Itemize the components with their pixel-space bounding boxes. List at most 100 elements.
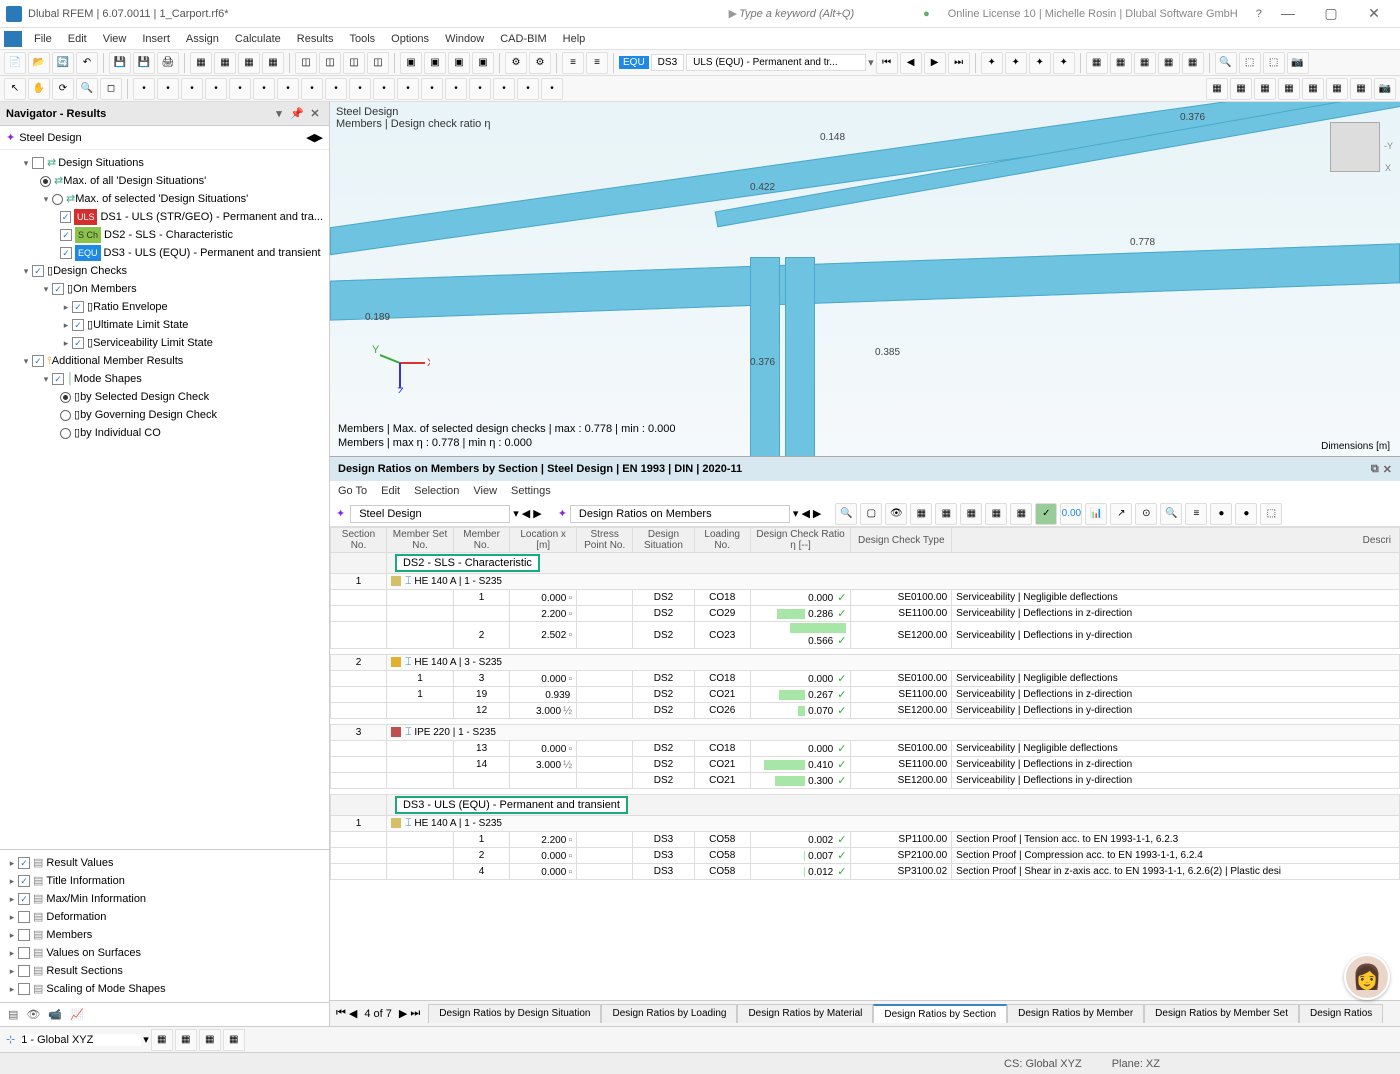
grid-tab[interactable]: Design Ratios by Section <box>873 1004 1007 1023</box>
tb-y[interactable]: ▦ <box>1182 52 1204 74</box>
save-all-icon[interactable]: 💾 <box>133 52 155 74</box>
table-row[interactable]: 2.200▫DS2CO29 0.286✓SE1100.00Serviceabil… <box>331 606 1400 622</box>
grid-combo2[interactable]: Design Ratios on Members <box>570 505 790 523</box>
tb-ac[interactable]: 📷 <box>1287 52 1309 74</box>
tb-ab[interactable]: ⬚ <box>1263 52 1285 74</box>
uls-combo[interactable]: ULS (EQU) - Permanent and tr... <box>686 54 866 71</box>
bt-d[interactable]: ▦ <box>223 1029 245 1051</box>
tb-a[interactable]: ▦ <box>190 52 212 74</box>
tree-ms2[interactable]: ▯ by Governing Design Check <box>0 406 329 424</box>
tb-d[interactable]: ▦ <box>262 52 284 74</box>
table-row[interactable]: 130.000▫DS2CO18 0.000✓SE0100.00Serviceab… <box>331 671 1400 687</box>
col-header[interactable]: Design Check Type <box>851 528 952 553</box>
tb2-p[interactable]: • <box>493 78 515 100</box>
grid-close-icon[interactable]: ✕ <box>1383 463 1392 476</box>
tree-max-sel[interactable]: ▾⇄ Max. of selected 'Design Situations' <box>0 190 329 208</box>
grid-restore-icon[interactable]: ⧉ <box>1371 463 1379 476</box>
tb2-s[interactable]: ▦ <box>1206 78 1228 100</box>
tb-f[interactable]: ◫ <box>319 52 341 74</box>
tb-u[interactable]: ▦ <box>1086 52 1108 74</box>
tree-ms3[interactable]: ▯ by Individual CO <box>0 424 329 442</box>
new-icon[interactable]: 📄 <box>4 52 26 74</box>
col-header[interactable]: Member Set No. <box>386 528 453 553</box>
tb-aa[interactable]: ⬚ <box>1239 52 1261 74</box>
gt-q[interactable]: ● <box>1235 503 1257 525</box>
grid-tab[interactable]: Design Ratios by Design Situation <box>428 1004 601 1023</box>
gt-k[interactable]: 📊 <box>1085 503 1107 525</box>
nav-bottom-item[interactable]: ▸▤Scaling of Mode Shapes <box>0 980 329 998</box>
ds3-label[interactable]: DS3 <box>651 54 684 71</box>
gt-b[interactable]: ▢ <box>860 503 882 525</box>
menu-options[interactable]: Options <box>383 31 437 47</box>
tree-mode-shapes[interactable]: ▾│ Mode Shapes <box>0 370 329 388</box>
tree-sls[interactable]: ▸▯ Serviceability Limit State <box>0 334 329 352</box>
table-row[interactable]: 123.000½DS2CO26 0.070✓SE1200.00Serviceab… <box>331 703 1400 719</box>
nav-bottom-item[interactable]: ▸▤Result Sections <box>0 962 329 980</box>
tree-design-checks[interactable]: ▾▯ Design Checks <box>0 262 329 280</box>
table-row[interactable]: 10.000▫DS2CO18 0.000✓SE0100.00Serviceabi… <box>331 590 1400 606</box>
tb2-t[interactable]: ▦ <box>1230 78 1252 100</box>
first-icon[interactable]: ⏮ <box>876 52 898 74</box>
tb-r[interactable]: ✦ <box>1005 52 1027 74</box>
tb-k[interactable]: ▣ <box>448 52 470 74</box>
tb-l[interactable]: ▣ <box>472 52 494 74</box>
menu-insert[interactable]: Insert <box>134 31 178 47</box>
grid-tab[interactable]: Design Ratios by Member <box>1007 1004 1144 1023</box>
refresh-icon[interactable]: 🔄 <box>52 52 74 74</box>
col-header[interactable]: Stress Point No. <box>577 528 633 553</box>
3d-view[interactable]: Steel Design Members | Design check rati… <box>330 102 1400 456</box>
table-row[interactable]: 20.000▫DS3CO58 0.007✓SP2100.00Section Pr… <box>331 848 1400 864</box>
grid-combo1[interactable]: Steel Design <box>350 505 510 523</box>
c1-prev[interactable]: ◀ <box>522 507 530 520</box>
keyword-search[interactable] <box>737 6 917 22</box>
gt-g[interactable]: ▦ <box>985 503 1007 525</box>
tb2-a[interactable]: • <box>133 78 155 100</box>
tb-s[interactable]: ✦ <box>1029 52 1051 74</box>
nav-bottom-item[interactable]: ▸▤Values on Surfaces <box>0 944 329 962</box>
grid-menu-settings[interactable]: Settings <box>511 485 551 497</box>
tb-h[interactable]: ◫ <box>367 52 389 74</box>
tree-design-situations[interactable]: ▾⇄Design Situations <box>0 154 329 172</box>
tb-g[interactable]: ◫ <box>343 52 365 74</box>
grid-menu-view[interactable]: View <box>473 485 497 497</box>
tb-m[interactable]: ⚙ <box>505 52 527 74</box>
grid-menu-edit[interactable]: Edit <box>381 485 400 497</box>
tb2-w[interactable]: ▦ <box>1302 78 1324 100</box>
gt-f[interactable]: ▦ <box>960 503 982 525</box>
tb2-g[interactable]: • <box>277 78 299 100</box>
menu-help[interactable]: Help <box>555 31 594 47</box>
tb-c[interactable]: ▦ <box>238 52 260 74</box>
c1-next[interactable]: ▶ <box>533 507 541 520</box>
save-icon[interactable]: 💾 <box>109 52 131 74</box>
tb-i[interactable]: ▣ <box>400 52 422 74</box>
table-row[interactable]: DS2CO21 0.300✓SE1200.00Serviceability | … <box>331 773 1400 789</box>
tb2-d[interactable]: • <box>205 78 227 100</box>
undo-icon[interactable]: ↶ <box>76 52 98 74</box>
tb-x[interactable]: ▦ <box>1158 52 1180 74</box>
tb-e[interactable]: ◫ <box>295 52 317 74</box>
tb-v[interactable]: ▦ <box>1110 52 1132 74</box>
next-icon[interactable]: ▶ <box>924 52 946 74</box>
gt-n[interactable]: 🔍 <box>1160 503 1182 525</box>
tab-chart-icon[interactable]: 📈 <box>70 1008 84 1021</box>
grid-tab[interactable]: Design Ratios by Loading <box>601 1004 737 1023</box>
tb2-k[interactable]: • <box>373 78 395 100</box>
tb2-u[interactable]: ▦ <box>1254 78 1276 100</box>
col-header[interactable]: Section No. <box>331 528 387 553</box>
close-button[interactable]: ✕ <box>1354 5 1394 22</box>
tb2-o[interactable]: • <box>469 78 491 100</box>
table-row[interactable]: 130.000▫DS2CO18 0.000✓SE0100.00Serviceab… <box>331 741 1400 757</box>
file-icon[interactable] <box>4 31 22 47</box>
tb-w[interactable]: ▦ <box>1134 52 1156 74</box>
grid-tab[interactable]: Design Ratios <box>1299 1004 1383 1023</box>
pan-icon[interactable]: ✋ <box>28 78 50 100</box>
grid-menu-selection[interactable]: Selection <box>414 485 459 497</box>
table-row[interactable]: 12.200▫DS3CO58 0.002✓SP1100.00Section Pr… <box>331 832 1400 848</box>
tb-j[interactable]: ▣ <box>424 52 446 74</box>
nav-dropdown-icon[interactable]: ▾ <box>271 107 287 120</box>
rotate-icon[interactable]: ⟳ <box>52 78 74 100</box>
nav-close-icon[interactable]: ✕ <box>307 107 323 120</box>
gt-p[interactable]: ● <box>1210 503 1232 525</box>
tree-max-all[interactable]: ⇄ Max. of all 'Design Situations' <box>0 172 329 190</box>
tabs-next-icon[interactable]: ▶ <box>399 1007 407 1020</box>
